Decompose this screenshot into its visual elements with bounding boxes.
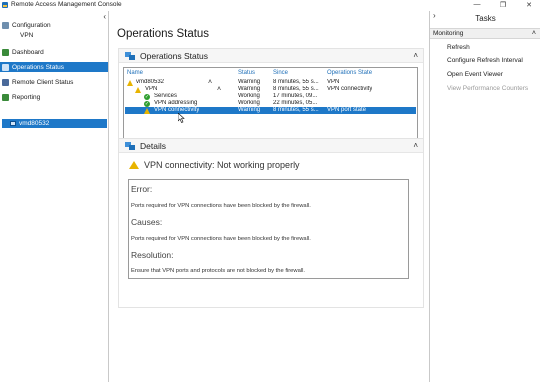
operations-panel-title: Operations Status (140, 50, 209, 61)
resolution-text: Ensure that VPN ports and protocols are … (131, 268, 306, 274)
table-row[interactable]: VPN ˄ Warning 8 minutes, 55 s... VPN con… (125, 86, 416, 93)
operations-status-icon (2, 63, 9, 71)
minimize-button[interactable]: — (468, 0, 486, 9)
collapse-operations-panel[interactable]: ˄ (413, 51, 418, 60)
row-state: VPN (327, 79, 340, 85)
restore-button[interactable]: ❐ (494, 0, 512, 9)
row-name: vmd80532 (136, 79, 165, 85)
detail-message-text: VPN connectivity: Not working properly (144, 160, 300, 170)
task-view-performance-counters: View Performance Counters (447, 85, 529, 92)
nav-item-label: Reporting (12, 93, 41, 101)
nav-item-label: VPN (20, 31, 34, 39)
reporting-icon (2, 93, 9, 101)
row-name: VPN connectivity (154, 107, 200, 113)
check-icon: ✓ (144, 93, 150, 100)
close-button[interactable]: ✕ (520, 0, 538, 9)
row-since: 17 minutes, 09... (273, 93, 318, 99)
nav-item-label: Dashboard (12, 48, 44, 56)
error-heading: Error: (131, 184, 153, 194)
details-panel-header[interactable]: Details ˄ (119, 139, 423, 153)
row-name: VPN (145, 86, 158, 92)
collapse-details-panel[interactable]: ˄ (413, 141, 418, 150)
error-text: Ports required for VPN connections have … (131, 203, 311, 209)
table-row-selected[interactable]: VPN connectivity Warning 8 minutes, 55 s… (125, 107, 416, 114)
row-state: VPN port state (327, 107, 367, 113)
causes-heading: Causes: (131, 217, 163, 227)
tasks-group-monitoring[interactable]: Monitoring ˄ (430, 28, 540, 39)
check-icon: ✓ (144, 100, 150, 107)
server-icon (10, 121, 16, 126)
table-row[interactable]: vmd80532 ˄ Warning 8 minutes, 55 s... VP… (125, 79, 416, 86)
app-icon (2, 1, 8, 8)
row-since: 8 minutes, 55 s... (273, 86, 319, 92)
server-name: vmd80532 (19, 120, 50, 127)
task-refresh[interactable]: Refresh (447, 44, 470, 51)
column-header-status[interactable]: Status (238, 70, 255, 76)
collapse-nav-button[interactable]: ‹ (103, 12, 106, 21)
configuration-icon (2, 21, 9, 29)
task-open-event-viewer[interactable]: Open Event Viewer (447, 71, 503, 78)
table-row[interactable]: ✓ Services Working 17 minutes, 09... (125, 93, 416, 100)
collapse-chevron-icon[interactable]: ˄ (217, 86, 221, 93)
row-since: 8 minutes, 55 s... (273, 79, 319, 85)
nav-item-reporting[interactable]: Reporting (2, 92, 40, 102)
left-navigation: ‹ Configuration VPN Dashboard Operations… (0, 11, 109, 382)
operations-status-panel: Operations Status ˄ Name Status Since Op… (118, 48, 424, 145)
row-status: Warning (238, 79, 261, 85)
row-since: 8 minutes, 55 s... (273, 107, 319, 113)
nav-item-operations-status[interactable]: Operations Status (0, 62, 108, 72)
row-status: Working (238, 93, 260, 99)
row-name: VPN addressing (154, 100, 198, 106)
collapse-chevron-icon[interactable]: ˄ (208, 79, 212, 86)
row-status: Warning (238, 107, 261, 113)
title-bar: Remote Access Management Console — ❐ ✕ (0, 0, 540, 9)
row-state: VPN connectivity (327, 86, 373, 92)
column-header-name[interactable]: Name (127, 70, 143, 76)
warning-icon (144, 107, 150, 114)
nav-item-label: Operations Status (12, 63, 65, 71)
server-group-icon (125, 51, 135, 60)
warning-icon (127, 79, 133, 86)
row-name: Services (154, 93, 178, 99)
detail-message: VPN connectivity: Not working properly (129, 160, 300, 170)
warning-icon (135, 86, 141, 93)
nav-item-remote-client-status[interactable]: Remote Client Status (2, 77, 73, 87)
operations-panel-header[interactable]: Operations Status ˄ (119, 49, 423, 63)
column-header-since[interactable]: Since (273, 70, 288, 76)
operations-table: Name Status Since Operations State vmd80… (123, 67, 418, 141)
row-since: 22 minutes, 05... (273, 100, 318, 106)
tasks-group-label: Monitoring (433, 30, 464, 37)
nav-item-dashboard[interactable]: Dashboard (2, 47, 44, 57)
task-configure-refresh-interval[interactable]: Configure Refresh Interval (447, 57, 523, 64)
details-panel-title: Details (140, 140, 166, 151)
nav-item-vpn[interactable]: VPN (20, 30, 33, 40)
page-title: Operations Status (117, 28, 210, 40)
server-node[interactable]: vmd80532 (2, 119, 107, 128)
nav-item-label: Configuration (12, 21, 51, 29)
row-status: Warning (238, 86, 261, 92)
nav-item-configuration[interactable]: Configuration (2, 20, 51, 30)
chevron-up-icon[interactable]: ˄ (532, 30, 536, 37)
resolution-heading: Resolution: (131, 250, 174, 260)
details-box: Error: Ports required for VPN connection… (128, 179, 409, 279)
tasks-pane: › Tasks Monitoring ˄ Refresh Configure R… (429, 11, 540, 382)
tasks-title: Tasks (475, 14, 496, 23)
remote-client-icon (2, 78, 9, 86)
mouse-cursor-icon (178, 113, 185, 123)
window-title: Remote Access Management Console (11, 1, 122, 8)
causes-text: Ports required for VPN connections have … (131, 236, 311, 242)
row-status: Working (238, 100, 260, 106)
main-content: Operations Status Operations Status ˄ Na… (110, 11, 428, 382)
nav-item-label: Remote Client Status (12, 78, 74, 86)
details-panel: Details ˄ VPN connectivity: Not working … (118, 138, 424, 308)
warning-icon (129, 161, 139, 169)
dashboard-icon (2, 48, 9, 56)
column-header-operations-state[interactable]: Operations State (327, 70, 372, 76)
server-group-icon (125, 141, 135, 150)
table-row[interactable]: ✓ VPN addressing Working 22 minutes, 05.… (125, 100, 416, 107)
